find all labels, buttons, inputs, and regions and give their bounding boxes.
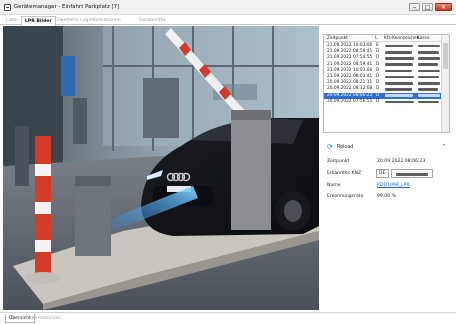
recognition-rate-label: Erkennungsrate xyxy=(327,194,364,199)
window-title: Gerätemanager - Einfahrt Parkplatz [7] xyxy=(14,4,120,10)
redacted-cashier xyxy=(418,44,440,48)
passage-list[interactable]: Zeitpunkt L Kfz-Kennzeichen Kasse 21.09.… xyxy=(323,34,450,133)
plate-label: Erkanntes KNZ xyxy=(327,171,362,176)
redacted-cashier xyxy=(418,75,439,79)
tab-erweiterte-loginformationen[interactable]: Erweiterte Loginformationen xyxy=(52,16,124,25)
reload-label: Reload xyxy=(337,145,354,150)
minimize-button[interactable]: – xyxy=(409,3,420,11)
column-header-zeitpunkt[interactable]: Zeitpunkt xyxy=(327,35,348,42)
time-value: 20.09.2022 08:06:23 xyxy=(377,159,426,164)
redacted-plate xyxy=(385,81,413,85)
redacted-plate xyxy=(385,69,412,73)
reload-icon: ⟳ xyxy=(327,143,333,151)
name-link[interactable]: KDD1098_LPR xyxy=(377,183,410,188)
close-button[interactable]: ✕ xyxy=(435,3,452,11)
lpr-camera-image xyxy=(3,26,319,310)
redacted-cashier xyxy=(418,94,440,97)
tab-kennzeichen[interactable]: Kennzeichen xyxy=(29,314,64,323)
time-label: Zeitpunkt xyxy=(327,159,350,164)
plate-country-field[interactable]: DE xyxy=(376,169,389,178)
name-label: Name xyxy=(327,183,341,188)
redacted-cashier xyxy=(418,63,438,66)
list-header: Zeitpunkt L Kfz-Kennzeichen Kasse xyxy=(324,35,442,42)
bottom-tabbar: Übersicht Kennzeichen xyxy=(0,312,456,324)
column-header-kennzeichen[interactable]: Kfz-Kennzeichen xyxy=(384,35,419,42)
redacted-plate xyxy=(385,94,413,97)
redacted-cashier xyxy=(418,88,438,91)
title-bar: Gerätemanager - Einfahrt Parkplatz [7] –… xyxy=(0,0,456,15)
row-direction: D xyxy=(376,98,380,104)
app-icon xyxy=(4,4,11,11)
redacted-plate xyxy=(385,75,414,79)
minimize-icon: – xyxy=(412,3,417,11)
list-row[interactable]: 20.09.2022 07:56:55 D xyxy=(324,99,442,105)
tab-liste[interactable]: Liste xyxy=(3,16,20,25)
camera-image-illustration xyxy=(3,26,319,310)
row-time: 20.09.2022 07:56:55 xyxy=(327,98,373,104)
redacted-plate xyxy=(385,50,412,54)
column-header-l[interactable]: L xyxy=(375,35,377,42)
main-tabbar: Liste LPR Bilder Erweiterte Loginformati… xyxy=(0,15,456,26)
column-header-kasse[interactable]: Kasse xyxy=(417,35,430,42)
redacted-plate xyxy=(385,88,412,91)
tab-lpr-bilder[interactable]: LPR Bilder xyxy=(21,16,56,26)
redacted-plate xyxy=(385,63,413,66)
redacted-cashier xyxy=(418,100,439,104)
redacted-plate xyxy=(385,100,414,104)
redacted-plate xyxy=(385,44,413,48)
redacted-cashier xyxy=(418,57,440,60)
recognition-rate-value: 99,00 % xyxy=(377,194,396,199)
redacted-cashier xyxy=(418,69,440,73)
maximize-icon: □ xyxy=(424,4,431,11)
list-scrollbar[interactable] xyxy=(441,35,449,132)
redacted-plate xyxy=(396,173,428,176)
redacted-cashier xyxy=(418,81,440,85)
maximize-button[interactable]: □ xyxy=(422,3,433,11)
detail-panel: Zeitpunkt L Kfz-Kennzeichen Kasse 21.09.… xyxy=(321,26,454,310)
plate-number-field[interactable] xyxy=(391,169,433,178)
list-scrollbar-thumb[interactable] xyxy=(443,43,448,69)
close-icon: ✕ xyxy=(440,4,447,11)
redacted-plate xyxy=(385,57,414,60)
redacted-cashier xyxy=(418,50,439,54)
tab-geraeteinfos[interactable]: Geräteinfos xyxy=(136,16,169,25)
collapse-chevron-icon[interactable]: ^ xyxy=(442,144,446,150)
